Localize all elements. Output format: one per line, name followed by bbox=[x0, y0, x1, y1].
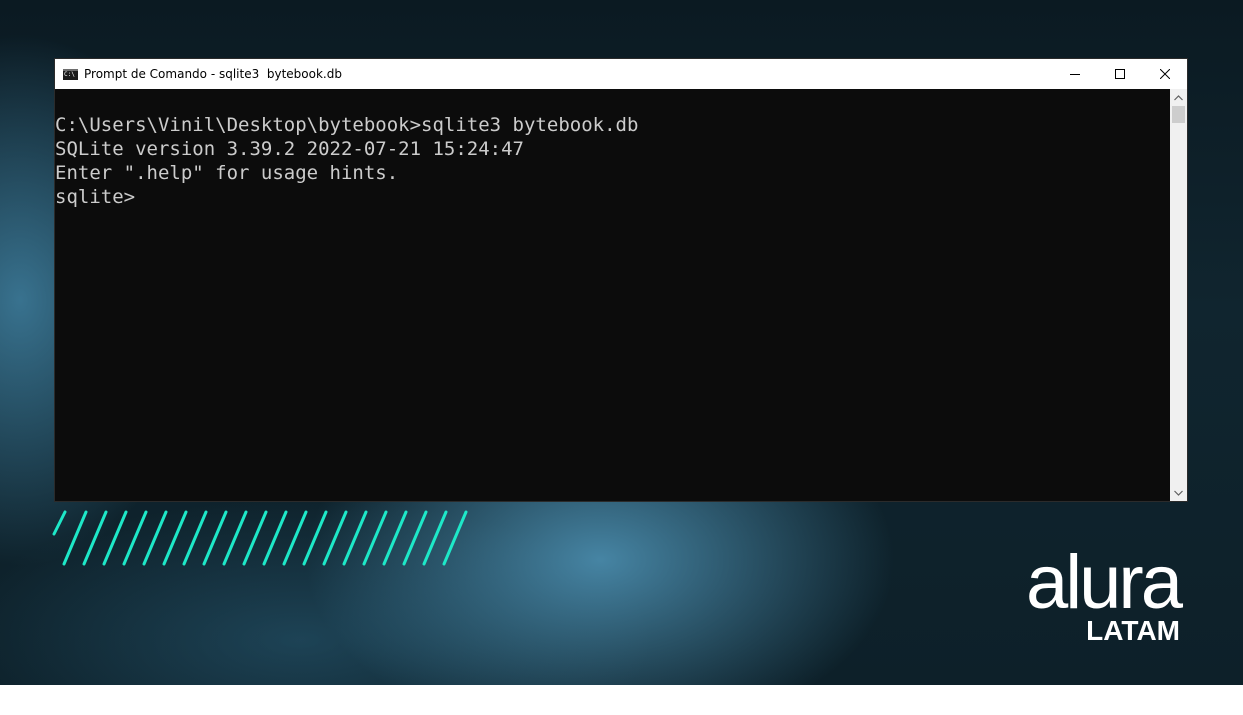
console-line-hint: Enter ".help" for usage hints. bbox=[55, 162, 399, 184]
close-icon bbox=[1159, 69, 1170, 79]
chevron-up-icon bbox=[1174, 94, 1183, 100]
chevron-down-icon bbox=[1174, 490, 1183, 496]
maximize-button[interactable] bbox=[1097, 59, 1142, 89]
maximize-icon bbox=[1114, 69, 1125, 79]
console-app-icon bbox=[63, 68, 78, 80]
decorative-stripes bbox=[52, 510, 468, 566]
minimize-icon bbox=[1069, 74, 1080, 75]
logo-word: alura bbox=[1026, 540, 1184, 625]
scroll-up-button[interactable] bbox=[1170, 89, 1187, 106]
slide-background: Prompt de Comando - sqlite3 bytebook.db bbox=[0, 0, 1243, 685]
minimize-button[interactable] bbox=[1052, 59, 1097, 89]
console-line-command: C:\Users\Vinil\Desktop\bytebook>sqlite3 … bbox=[55, 114, 639, 136]
alura-latam-logo: alura LATAM bbox=[1026, 540, 1187, 645]
close-button[interactable] bbox=[1142, 59, 1187, 89]
bottom-margin bbox=[0, 685, 1243, 715]
scrollbar-thumb[interactable] bbox=[1172, 106, 1185, 123]
command-prompt-window[interactable]: Prompt de Comando - sqlite3 bytebook.db bbox=[54, 58, 1188, 502]
title-bar[interactable]: Prompt de Comando - sqlite3 bytebook.db bbox=[55, 59, 1187, 89]
console-output[interactable]: C:\Users\Vinil\Desktop\bytebook>sqlite3 … bbox=[55, 89, 1171, 501]
console-prompt[interactable]: sqlite> bbox=[55, 185, 1171, 209]
window-controls bbox=[1052, 59, 1187, 89]
logo-sub: LATAM bbox=[1086, 615, 1180, 645]
vertical-scrollbar[interactable] bbox=[1170, 89, 1187, 501]
window-title: Prompt de Comando - sqlite3 bytebook.db bbox=[84, 67, 342, 81]
scroll-down-button[interactable] bbox=[1170, 484, 1187, 501]
console-line-version: SQLite version 3.39.2 2022-07-21 15:24:4… bbox=[55, 138, 524, 160]
